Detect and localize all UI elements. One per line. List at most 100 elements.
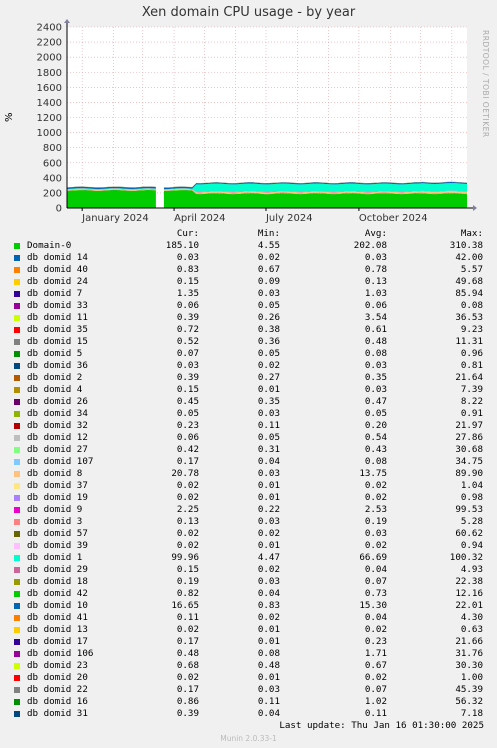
last-update: Last update: Thu Jan 16 01:30:00 2025 — [279, 720, 484, 731]
legend-swatch — [14, 387, 20, 393]
legend-value-avg: 1.03 — [364, 288, 387, 299]
legend-column-header: Min: — [257, 228, 280, 239]
legend-value-max: 0.63 — [460, 624, 483, 635]
legend-swatch — [14, 399, 20, 405]
legend-value-avg: 0.54 — [364, 432, 387, 443]
legend-value-max: 42.00 — [455, 252, 483, 263]
legend-value-avg: 66.69 — [359, 552, 387, 563]
legend-value-max: 0.96 — [460, 348, 483, 359]
legend-value-cur: 0.13 — [176, 516, 199, 527]
legend-value-max: 0.98 — [460, 492, 483, 503]
legend-value-max: 30.30 — [455, 660, 483, 671]
legend-value-min: 0.48 — [257, 660, 280, 671]
legend-value-cur: 0.05 — [176, 408, 199, 419]
legend-value-avg: 0.04 — [364, 564, 387, 575]
legend-swatch — [14, 339, 20, 345]
legend-row: db domid 2 0.39 0.27 0.35 21.64 — [0, 372, 497, 384]
legend-value-cur: 0.48 — [176, 648, 199, 659]
legend-swatch — [14, 531, 20, 537]
legend-swatch — [14, 459, 20, 465]
legend-value-avg: 3.54 — [364, 312, 387, 323]
legend-series-name: db domid 35 — [27, 324, 88, 335]
legend-swatch — [14, 327, 20, 333]
legend-value-max: 8.22 — [460, 396, 483, 407]
legend-series-name: db domid 33 — [27, 300, 88, 311]
legend-column-header: Cur: — [176, 228, 199, 239]
y-tick-label: 2400 — [37, 23, 62, 34]
legend-series-name: db domid 17 — [27, 636, 88, 647]
legend-value-cur: 16.65 — [171, 600, 199, 611]
y-tick-label: 800 — [43, 143, 62, 154]
legend-value-cur: 0.07 — [176, 348, 199, 359]
legend-series-name: db domid 15 — [27, 336, 88, 347]
legend-value-min: 0.01 — [257, 636, 280, 647]
legend-value-max: 21.64 — [455, 372, 483, 383]
chart-area: 0 200 400 600 800 1000 1200 1400 1600 1800 2000 220… — [37, 19, 477, 224]
legend-value-cur: 0.17 — [176, 456, 199, 467]
legend-value-avg: 0.03 — [364, 360, 387, 371]
legend-value-cur: 0.15 — [176, 276, 199, 287]
legend-value-avg: 0.03 — [364, 384, 387, 395]
legend-value-min: 0.03 — [257, 408, 280, 419]
legend-value-avg: 1.71 — [364, 648, 387, 659]
legend-swatch — [14, 615, 20, 621]
legend-series-name: db domid 39 — [27, 540, 88, 551]
legend-value-avg: 0.02 — [364, 492, 387, 503]
legend-swatch — [14, 519, 20, 525]
legend-row: db domid 37 0.02 0.01 0.02 1.04 — [0, 480, 497, 492]
legend-value-avg: 0.03 — [364, 252, 387, 263]
legend-value-min: 0.02 — [257, 612, 280, 623]
legend-row: db domid 4 0.15 0.01 0.03 7.39 — [0, 384, 497, 396]
legend-value-cur: 0.15 — [176, 384, 199, 395]
legend-row: db domid 106 0.48 0.08 1.71 31.76 — [0, 648, 497, 660]
legend-value-min: 0.04 — [257, 588, 280, 599]
legend-value-avg: 13.75 — [359, 468, 387, 479]
legend-swatch — [14, 591, 20, 597]
legend-value-max: 60.62 — [455, 528, 483, 539]
legend-series-name: db domid 2 — [27, 372, 83, 383]
legend-value-max: 31.76 — [455, 648, 483, 659]
legend-value-avg: 0.03 — [364, 528, 387, 539]
legend-row: db domid 10 16.65 0.83 15.30 22.01 — [0, 600, 497, 612]
legend-row: db domid 13 0.02 0.01 0.02 0.63 — [0, 624, 497, 636]
legend-column-header: Avg: — [364, 228, 387, 239]
legend-value-cur: 0.02 — [176, 624, 199, 635]
legend-row: db domid 8 20.78 0.03 13.75 89.90 — [0, 468, 497, 480]
legend-swatch — [14, 291, 20, 297]
legend-series-name: db domid 3 — [27, 516, 83, 527]
legend-value-cur: 0.39 — [176, 708, 199, 719]
legend-swatch — [14, 495, 20, 501]
legend-value-cur: 1.35 — [176, 288, 199, 299]
legend-value-max: 22.38 — [455, 576, 483, 587]
legend-value-cur: 0.72 — [176, 324, 199, 335]
legend-swatch — [14, 411, 20, 417]
legend-row: db domid 11 0.39 0.26 3.54 36.53 — [0, 312, 497, 324]
legend-value-avg: 2.53 — [364, 504, 387, 515]
legend-value-cur: 99.96 — [171, 552, 199, 563]
legend-series-name: Domain-0 — [27, 240, 72, 251]
legend-row: db domid 5 0.07 0.05 0.08 0.96 — [0, 348, 497, 360]
legend-series-name: db domid 13 — [27, 624, 88, 635]
legend-row: db domid 27 0.42 0.31 0.43 30.68 — [0, 444, 497, 456]
legend-series-name: db domid 11 — [27, 312, 88, 323]
legend-value-min: 0.27 — [257, 372, 280, 383]
legend-value-max: 56.32 — [455, 696, 483, 707]
legend-value-cur: 2.25 — [176, 504, 199, 515]
legend-value-max: 11.31 — [455, 336, 483, 347]
legend-series-name: db domid 16 — [27, 696, 88, 707]
legend-swatch — [14, 507, 20, 513]
legend-value-avg: 0.08 — [364, 348, 387, 359]
legend-series-name: db domid 37 — [27, 480, 88, 491]
x-axis-arrow — [473, 205, 477, 211]
y-tick-label: 1400 — [37, 98, 62, 109]
legend-value-avg: 0.07 — [364, 684, 387, 695]
y-axis-arrow — [64, 19, 70, 23]
legend-value-min: 4.55 — [257, 240, 280, 251]
legend-swatch — [14, 267, 20, 273]
legend-row: db domid 107 0.17 0.04 0.08 34.75 — [0, 456, 497, 468]
legend-value-cur: 0.83 — [176, 264, 199, 275]
legend-value-min: 0.01 — [257, 480, 280, 491]
legend-series-name: db domid 57 — [27, 528, 88, 539]
legend-value-min: 0.03 — [257, 684, 280, 695]
legend-row: db domid 3 0.13 0.03 0.19 5.28 — [0, 516, 497, 528]
